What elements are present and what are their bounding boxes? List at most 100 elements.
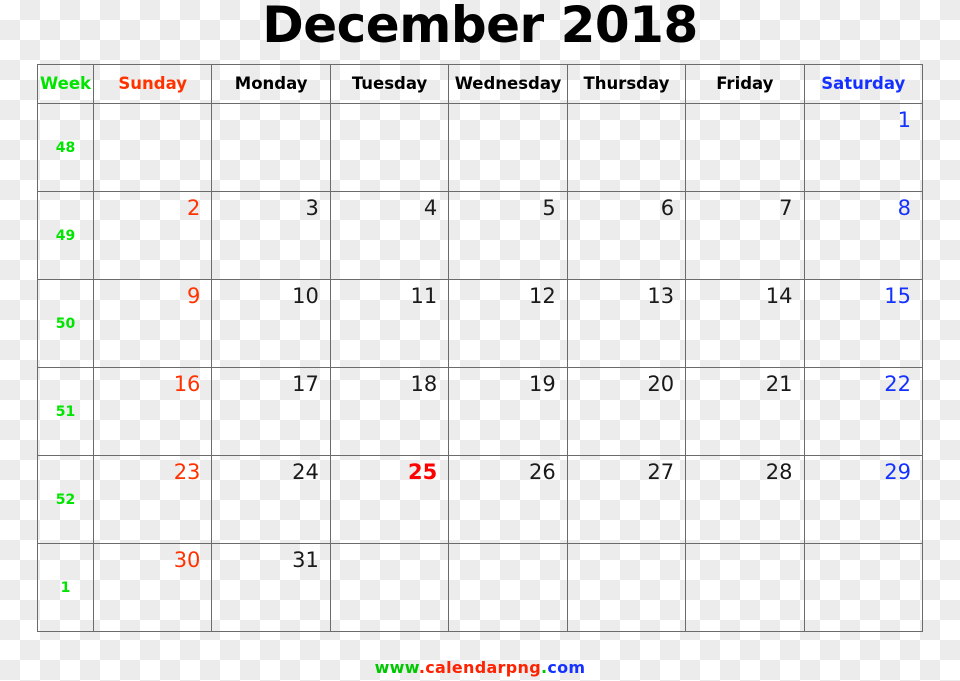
day-number: 23: [173, 460, 201, 484]
week-row: 49 2 3 4 5 6 7 8: [37, 191, 923, 280]
day-number: 21: [765, 372, 793, 396]
day-cell[interactable]: 19: [448, 367, 568, 456]
day-number: 26: [528, 460, 556, 484]
day-cell[interactable]: 7: [685, 191, 805, 280]
header-thursday: Thursday: [566, 64, 687, 104]
day-cell[interactable]: 25: [329, 455, 450, 544]
day-number: 12: [528, 284, 556, 308]
day-number: 11: [410, 284, 438, 308]
calendar-body: 48 1 49 2 3 4 5 6 7 8 50 9 10 11 12 13 14 15 51 16 17 18 19 20 2…: [37, 103, 923, 632]
day-number: 5: [542, 196, 556, 220]
header-sunday: Sunday: [92, 64, 213, 104]
day-cell-empty: [329, 103, 450, 192]
week-number-cell: 50: [37, 279, 94, 368]
day-number: 3: [305, 196, 319, 220]
day-cell-empty: [803, 543, 923, 632]
day-cell[interactable]: 24: [211, 455, 331, 544]
header-week: Week: [37, 64, 94, 104]
day-number: 15: [884, 284, 911, 308]
day-number: 10: [292, 284, 319, 308]
day-number: 2: [187, 196, 201, 220]
day-number: 9: [187, 284, 201, 308]
day-cell[interactable]: 4: [329, 191, 450, 280]
day-cell[interactable]: 27: [566, 455, 687, 544]
week-row: 52 23 24 25 26 27 28 29: [37, 455, 923, 544]
day-cell[interactable]: 11: [329, 279, 450, 368]
day-cell[interactable]: 20: [566, 367, 687, 456]
day-cell[interactable]: 9: [92, 279, 213, 368]
day-cell-empty: [566, 543, 687, 632]
day-number: 18: [410, 372, 438, 396]
day-cell-empty: [448, 543, 568, 632]
week-number-cell: 52: [37, 455, 94, 544]
calendar-page: December 2018 Week Sunday Monday Tuesday…: [0, 0, 960, 681]
day-number: 29: [884, 460, 911, 484]
day-number: 19: [528, 372, 556, 396]
day-number: 27: [647, 460, 675, 484]
day-cell[interactable]: 15: [803, 279, 923, 368]
credit-www: www: [374, 658, 419, 677]
day-cell[interactable]: 1: [803, 103, 923, 192]
day-number: 28: [765, 460, 793, 484]
day-number: 8: [897, 196, 911, 220]
day-number: 20: [647, 372, 675, 396]
credit-tld: com: [547, 658, 586, 677]
day-cell-empty: [92, 103, 213, 192]
day-cell-empty: [329, 543, 450, 632]
day-cell[interactable]: 10: [211, 279, 331, 368]
day-cell-empty: [685, 543, 805, 632]
calendar-header: Week Sunday Monday Tuesday Wednesday Thu…: [37, 64, 923, 104]
day-cell[interactable]: 8: [803, 191, 923, 280]
week-row: 50 9 10 11 12 13 14 15: [37, 279, 923, 368]
day-cell[interactable]: 14: [685, 279, 805, 368]
day-cell[interactable]: 5: [448, 191, 568, 280]
day-number: 4: [423, 196, 438, 220]
day-cell[interactable]: 31: [211, 543, 331, 632]
day-number: 14: [765, 284, 793, 308]
day-number: 7: [779, 196, 793, 220]
header-friday: Friday: [685, 64, 805, 104]
header-wednesday: Wednesday: [448, 64, 568, 104]
day-cell[interactable]: 2: [92, 191, 213, 280]
day-cell[interactable]: 28: [685, 455, 805, 544]
day-number: 24: [292, 460, 319, 484]
header-tuesday: Tuesday: [329, 64, 450, 104]
week-row: 51 16 17 18 19 20 21 22: [37, 367, 923, 456]
day-number: 31: [292, 548, 319, 572]
day-cell[interactable]: 16: [92, 367, 213, 456]
week-number-cell: 1: [37, 543, 94, 632]
calendar-grid: Week Sunday Monday Tuesday Wednesday Thu…: [37, 64, 923, 632]
day-cell-empty: [211, 103, 331, 192]
day-cell[interactable]: 12: [448, 279, 568, 368]
day-cell[interactable]: 30: [92, 543, 213, 632]
day-number: 25: [408, 460, 438, 484]
day-number: 6: [660, 196, 675, 220]
week-number-cell: 51: [37, 367, 94, 456]
header-monday: Monday: [211, 64, 331, 104]
day-cell[interactable]: 21: [685, 367, 805, 456]
day-number: 1: [897, 108, 911, 132]
site-credit: www.calendarpng.com: [0, 658, 960, 677]
day-cell-empty: [685, 103, 805, 192]
credit-sitename: calendarpng: [425, 658, 541, 677]
day-cell[interactable]: 23: [92, 455, 213, 544]
day-number: 30: [173, 548, 201, 572]
day-cell[interactable]: 18: [329, 367, 450, 456]
day-cell[interactable]: 26: [448, 455, 568, 544]
day-cell[interactable]: 22: [803, 367, 923, 456]
day-cell[interactable]: 13: [566, 279, 687, 368]
day-number: 17: [292, 372, 319, 396]
day-cell[interactable]: 6: [566, 191, 687, 280]
day-number: 13: [647, 284, 675, 308]
day-cell-empty: [566, 103, 687, 192]
header-saturday: Saturday: [803, 64, 923, 104]
day-cell[interactable]: 17: [211, 367, 331, 456]
week-number-cell: 49: [37, 191, 94, 280]
day-cell[interactable]: 3: [211, 191, 331, 280]
week-row: 48 1: [37, 103, 923, 192]
week-number-cell: 48: [37, 103, 94, 192]
week-row: 1 30 31: [37, 543, 923, 632]
header-row: Week Sunday Monday Tuesday Wednesday Thu…: [37, 64, 923, 104]
day-number: 22: [884, 372, 911, 396]
day-cell[interactable]: 29: [803, 455, 923, 544]
